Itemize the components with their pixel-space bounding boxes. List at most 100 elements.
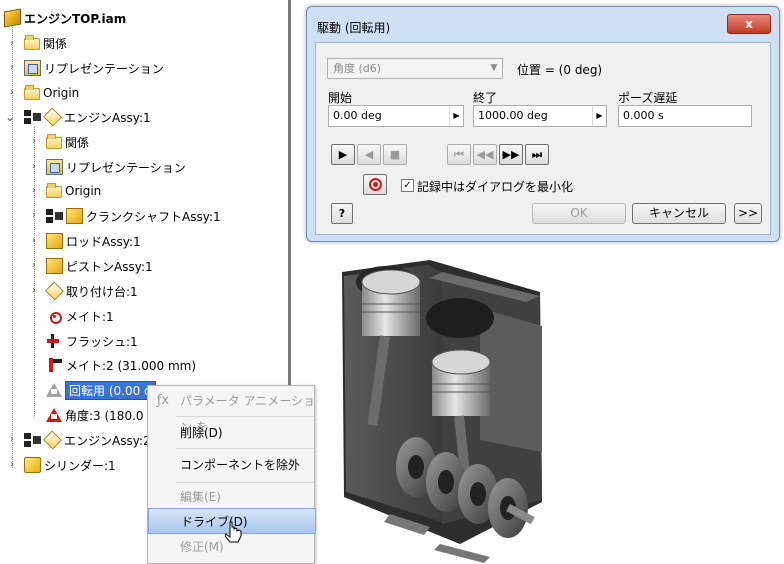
menu-item-delete[interactable]: 削除(D) — [148, 420, 316, 446]
folder-icon — [46, 134, 62, 149]
tree-item-angle-3[interactable]: 角度:3 (180.0 — [46, 404, 144, 426]
tree-item-representation[interactable]: リプレゼンテーション — [24, 57, 164, 79]
menu-item-label: 修正(M) — [180, 540, 224, 554]
expand-icon[interactable]: › — [29, 236, 39, 246]
tree-item-mate-2[interactable]: メイト:2 (31.000 mm) — [46, 354, 196, 376]
menu-item-parameter-animation[interactable]: ƒx パラメータ アニメーション を — [148, 388, 316, 434]
folder-icon — [46, 183, 62, 198]
minimize-while-recording-label: 記録中はダイアログを最小化 — [417, 180, 574, 194]
tree-item-relations[interactable]: 関係 — [24, 32, 67, 54]
tree-root[interactable]: エンジンTOP.iam — [4, 7, 126, 29]
assembly-part-icon — [43, 107, 62, 127]
tree-item-label: クランクシャフトAssy:1 — [86, 209, 221, 224]
end-field[interactable]: 1000.00 deg ▶ — [473, 105, 607, 127]
tree-item-label: エンジンAssy:2 — [64, 433, 151, 448]
close-button[interactable]: x — [727, 14, 771, 34]
expand-icon[interactable]: › — [7, 435, 17, 445]
play-reverse-button[interactable]: ◀ — [357, 144, 381, 165]
mate-constraint-icon — [46, 357, 63, 373]
expand-icon[interactable]: › — [7, 63, 17, 73]
step-forward-button[interactable]: ▶▶ — [499, 144, 523, 165]
tree-item-label: リプレゼンテーション — [66, 160, 186, 175]
chevron-down-icon: ▼ — [490, 63, 498, 73]
tree-item-representation-2[interactable]: リプレゼンテーション — [46, 156, 186, 178]
cylinder-part-icon — [24, 457, 41, 473]
to-end-button[interactable]: ⏭ — [525, 144, 549, 165]
to-start-button[interactable]: ⏮ — [447, 144, 471, 165]
record-button[interactable] — [363, 174, 387, 195]
arrow-right-icon[interactable]: ▶ — [592, 106, 606, 126]
engine-3d-model[interactable] — [320, 252, 784, 564]
menu-separator — [176, 448, 314, 449]
dialog-body: 角度 (d6) ▼ 位置 = (0 deg) 開始 0.00 deg ▶ 終了 … — [315, 42, 771, 235]
tree-item-piston-assy[interactable]: ピストンAssy:1 — [46, 255, 153, 277]
minimize-while-recording-checkbox[interactable]: ✓ — [401, 179, 414, 192]
representation-icon — [46, 159, 63, 175]
pause-field[interactable]: 0.000 s — [618, 105, 752, 127]
collapse-icon[interactable]: ⌄ — [5, 111, 15, 123]
play-forward-button[interactable]: ▶ — [331, 144, 355, 165]
tree-item-engine-assy-2[interactable]: エンジンAssy:2 — [24, 429, 151, 451]
menu-item-label: コンポーネントを除外 — [180, 458, 301, 472]
tree-item-label: 関係 — [65, 135, 90, 150]
expand-icon[interactable]: › — [7, 460, 17, 470]
end-field-value: 1000.00 deg — [478, 109, 548, 122]
part-icon — [46, 233, 63, 249]
tree-item-rod-assy[interactable]: ロッドAssy:1 — [46, 230, 141, 252]
expand-icon[interactable]: › — [7, 88, 17, 98]
tree-item-cylinder[interactable]: シリンダー:1 — [24, 454, 116, 476]
position-readout: 位置 = (0 deg) — [517, 63, 603, 77]
expand-icon[interactable]: › — [29, 186, 39, 196]
tree-item-flush-1[interactable]: フラッシュ:1 — [46, 330, 138, 352]
help-button[interactable]: ? — [331, 203, 353, 224]
angle-constraint-icon — [46, 408, 62, 422]
start-field[interactable]: 0.00 deg ▶ — [328, 105, 464, 127]
tree-item-label: 角度:3 (180.0 — [65, 408, 144, 423]
expand-icon[interactable]: › — [29, 137, 39, 147]
tree-item-engine-assy-1[interactable]: エンジンAssy:1 — [24, 106, 151, 128]
expand-icon[interactable]: › — [29, 286, 39, 296]
ok-button[interactable]: OK — [532, 203, 626, 224]
expand-icon[interactable]: › — [29, 211, 39, 221]
menu-separator — [176, 416, 314, 417]
folder-icon — [24, 35, 40, 50]
cancel-button[interactable]: キャンセル — [632, 203, 726, 224]
dialog-title: 駆動 (回転用) — [317, 21, 391, 35]
record-dot — [373, 182, 378, 187]
tree-item-origin[interactable]: Origin — [24, 82, 79, 104]
part-icon — [66, 208, 83, 224]
tree-item-relations-2[interactable]: 関係 — [46, 131, 89, 153]
arrow-right-icon[interactable]: ▶ — [449, 106, 463, 126]
representation-icon — [24, 60, 41, 76]
tree-item-crankshaft-assy[interactable]: クランクシャフトAssy:1 — [46, 205, 221, 227]
tree-item-rotation-selected[interactable]: 回転用 (0.00 d — [46, 379, 156, 401]
start-field-value: 0.00 deg — [333, 109, 382, 122]
tree-item-label: エンジンAssy:1 — [64, 110, 151, 125]
tree-item-label: ロッドAssy:1 — [66, 234, 141, 249]
mount-part-icon — [45, 281, 64, 301]
mate-constraint-icon — [46, 308, 63, 324]
subassembly-icon — [24, 432, 41, 448]
tree-item-label: ピストンAssy:1 — [66, 259, 153, 274]
angle-constraint-icon — [46, 383, 62, 397]
constraint-combo[interactable]: 角度 (d6) ▼ — [327, 58, 503, 79]
stop-button[interactable]: ■ — [383, 144, 407, 165]
mouse-pointer-icon — [225, 521, 242, 543]
expand-icon[interactable]: › — [7, 39, 17, 49]
menu-item-suppress-component[interactable]: コンポーネントを除外 — [148, 452, 316, 478]
tree-item-origin-2[interactable]: Origin — [46, 180, 101, 202]
subassembly-icon — [46, 208, 63, 224]
expand-icon[interactable]: › — [29, 162, 39, 172]
menu-item-edit[interactable]: 編集(E) — [148, 484, 316, 510]
more-button[interactable]: >> — [734, 203, 762, 224]
tree-item-mount-base[interactable]: 取り付け台:1 — [45, 280, 138, 302]
tree-item-label: 関係 — [43, 36, 68, 51]
parameter-animation-icon: ƒx — [156, 393, 170, 408]
menu-separator — [176, 482, 314, 483]
tree-item-label: Origin — [65, 184, 102, 198]
tree-item-mate-1[interactable]: メイト:1 — [46, 305, 114, 327]
expand-icon[interactable]: › — [29, 261, 39, 271]
pause-field-value: 0.000 s — [623, 109, 664, 122]
step-back-button[interactable]: ◀◀ — [473, 144, 497, 165]
end-label: 終了 — [473, 91, 498, 105]
